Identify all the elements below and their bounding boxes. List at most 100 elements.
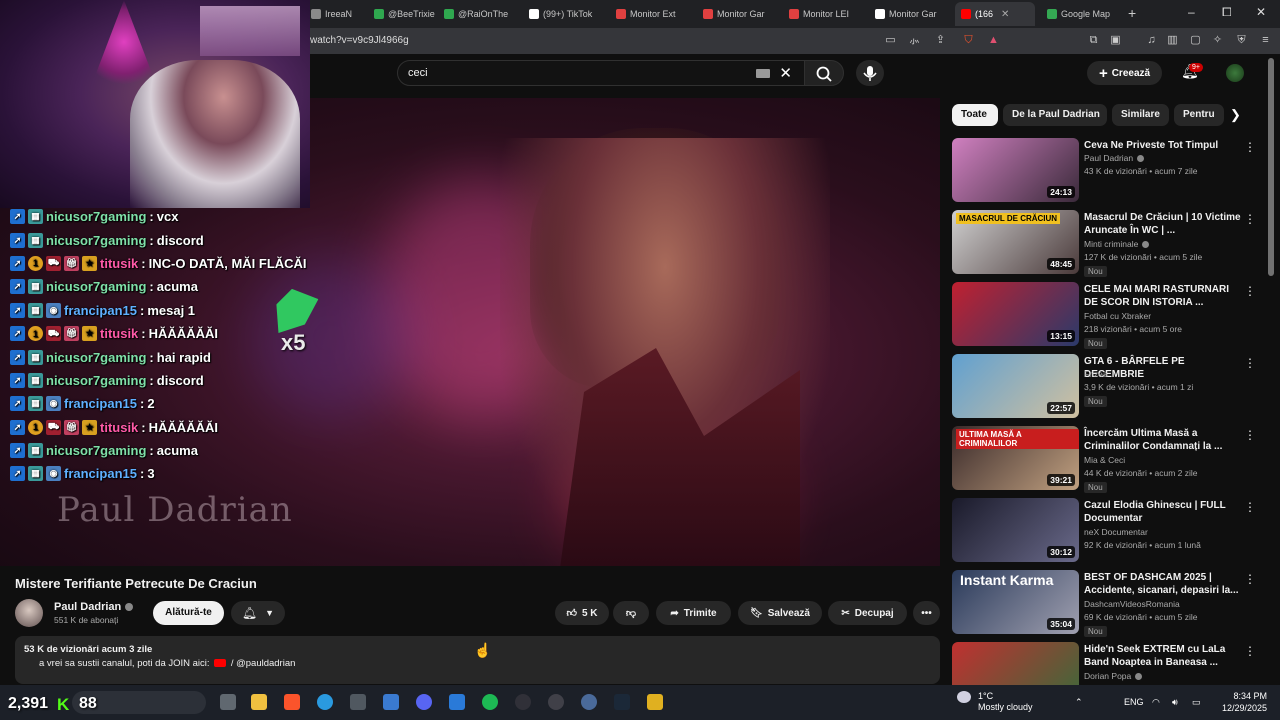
chat-username[interactable]: francipan15 bbox=[64, 303, 137, 318]
search-box[interactable]: ceci ✕ bbox=[397, 60, 805, 86]
browser-tab[interactable]: Monitor Gar bbox=[697, 2, 783, 26]
chat-username[interactable]: nicusor7gaming bbox=[46, 350, 146, 365]
more-actions-button[interactable]: ••• bbox=[913, 601, 940, 625]
chat-username[interactable]: francipan15 bbox=[64, 466, 137, 481]
task-view-icon[interactable] bbox=[220, 694, 236, 710]
video-thumbnail[interactable]: ULTIMA MASĂ A CRIMINALILOR 39:21 bbox=[952, 426, 1079, 490]
recommended-video[interactable]: Instant Karma 35:04 BEST OF DASHCAM 2025 |… bbox=[952, 570, 1257, 637]
url-field[interactable]: watch?v=v9c9Jl4966g bbox=[310, 35, 409, 46]
chat-username[interactable]: francipan15 bbox=[64, 396, 137, 411]
recommended-video[interactable]: 30:12 Cazul Elodia Ghinescu | FULL Docume… bbox=[952, 498, 1257, 562]
volume-icon[interactable]: 🔊︎ bbox=[1172, 697, 1178, 708]
menu-icon[interactable]: ≡ bbox=[1259, 34, 1272, 47]
chat-username[interactable]: nicusor7gaming bbox=[46, 373, 146, 388]
scrollbar[interactable] bbox=[1268, 58, 1274, 276]
share-icon[interactable]: ⇪ bbox=[934, 34, 947, 47]
brave-icon[interactable] bbox=[284, 694, 300, 710]
recommended-channel[interactable]: Paul Dadrian bbox=[1084, 153, 1145, 163]
recommended-video[interactable]: MASACRUL DE CRĂCIUN 48:45 Masacrul De Crăc… bbox=[952, 210, 1257, 277]
channel-handle-link[interactable]: / @pauldadrian bbox=[231, 658, 296, 669]
join-button[interactable]: Alătură-te bbox=[153, 601, 224, 625]
app3-icon[interactable] bbox=[647, 694, 663, 710]
discord-icon[interactable] bbox=[416, 694, 432, 710]
weather-icon[interactable] bbox=[957, 691, 971, 703]
music-icon[interactable]: ♫ bbox=[1145, 34, 1158, 47]
app-icon[interactable] bbox=[350, 694, 366, 710]
close-tab-icon[interactable]: ✕ bbox=[1001, 9, 1009, 20]
settings-icon[interactable] bbox=[581, 694, 597, 710]
vpn-icon[interactable]: ⛨ bbox=[1235, 34, 1248, 47]
recommended-channel[interactable]: Minti criminale bbox=[1084, 239, 1150, 249]
recommended-title[interactable]: Ceva Ne Priveste Tot Timpul bbox=[1084, 139, 1244, 152]
steam-icon[interactable] bbox=[614, 694, 630, 710]
chat-username[interactable]: titusik bbox=[100, 420, 138, 435]
video-thumbnail[interactable]: Instant Karma 35:04 bbox=[952, 570, 1079, 634]
recommended-channel[interactable]: Mia & Ceci bbox=[1084, 455, 1125, 465]
channel-name[interactable]: Paul Dadrian bbox=[54, 601, 134, 613]
recommended-title[interactable]: CELE MAI MARI RASTURNARI DE SCOR DIN IST… bbox=[1084, 283, 1244, 309]
keyboard-icon[interactable] bbox=[756, 69, 770, 78]
chat-username[interactable]: titusik bbox=[100, 256, 138, 271]
browser-tab[interactable]: Monitor LEI bbox=[783, 2, 869, 26]
rewards-icon[interactable]: ▲ bbox=[987, 34, 1000, 47]
wifi-icon[interactable]: ◠ bbox=[1152, 697, 1160, 708]
screenshot-icon[interactable]: ▣ bbox=[1109, 34, 1122, 47]
account-avatar[interactable] bbox=[1226, 64, 1244, 82]
browser-tab[interactable]: Google Map bbox=[1041, 2, 1121, 26]
close-window-button[interactable]: ✕ bbox=[1256, 5, 1266, 19]
minimize-button[interactable]: – bbox=[1188, 5, 1195, 19]
channel-avatar[interactable] bbox=[15, 599, 43, 627]
tray-chevron-icon[interactable]: ⌃ bbox=[1075, 697, 1083, 708]
more-vert-icon[interactable]: ⋮ bbox=[1244, 428, 1256, 442]
recommended-title[interactable]: Cazul Elodia Ghinescu | FULL Documentar bbox=[1084, 499, 1244, 525]
recommended-title[interactable]: Încercăm Ultima Masă a Criminalilor Cond… bbox=[1084, 427, 1244, 453]
search-input[interactable]: ceci bbox=[408, 67, 428, 79]
maximize-button[interactable]: ⧠ bbox=[1222, 5, 1232, 20]
cast-icon[interactable]: ▭ bbox=[884, 34, 897, 47]
recommended-title[interactable]: GTA 6 - BÂRFELE PE DECEMBRIE bbox=[1084, 355, 1244, 381]
recommended-title[interactable]: Hide'n Seek EXTREM cu LaLa Band Noaptea … bbox=[1084, 643, 1244, 669]
browser-tab[interactable]: Monitor Gar bbox=[869, 2, 955, 26]
video-thumbnail[interactable]: 13:15 bbox=[952, 282, 1079, 346]
browser-tab[interactable]: @RaiOnThe bbox=[438, 2, 522, 26]
subscription-bell-button[interactable]: 🔔︎ ▼ bbox=[231, 601, 285, 625]
browser-tab[interactable]: IreeaN bbox=[305, 2, 373, 26]
more-vert-icon[interactable]: ⋮ bbox=[1244, 356, 1256, 370]
leo-icon[interactable]: ✧ bbox=[1211, 34, 1224, 47]
chat-username[interactable]: nicusor7gaming bbox=[46, 209, 146, 224]
clip-button[interactable]: ✂ Decupaj bbox=[828, 601, 907, 625]
language-indicator[interactable]: ENG bbox=[1124, 697, 1144, 707]
create-button[interactable]: + Creează bbox=[1087, 61, 1162, 85]
chat-username[interactable]: nicusor7gaming bbox=[46, 443, 146, 458]
chat-username[interactable]: nicusor7gaming bbox=[46, 279, 146, 294]
browser-tab[interactable]: Monitor Ext bbox=[610, 2, 696, 26]
weather-temp[interactable]: 1°C bbox=[978, 691, 993, 701]
spotify-icon[interactable] bbox=[482, 694, 498, 710]
more-vert-icon[interactable]: ⋮ bbox=[1244, 284, 1256, 298]
filter-chip[interactable]: De la Paul Dadrian bbox=[1003, 104, 1107, 126]
recommended-channel[interactable]: Frizea bbox=[1084, 369, 1108, 379]
weather-desc[interactable]: Mostly cloudy bbox=[978, 702, 1033, 712]
extensions-icon[interactable]: ⧉ bbox=[1087, 34, 1100, 47]
chevron-right-icon[interactable]: ❯ bbox=[1230, 107, 1241, 123]
file-explorer-icon[interactable] bbox=[251, 694, 267, 710]
more-vert-icon[interactable]: ⋮ bbox=[1244, 212, 1256, 226]
like-button[interactable]: 👍︎ 5 K bbox=[555, 601, 609, 625]
browser-tab[interactable]: (166 ✕ bbox=[955, 2, 1035, 26]
save-button[interactable]: 🔖︎ Salvează bbox=[738, 601, 822, 625]
more-vert-icon[interactable]: ⋮ bbox=[1244, 140, 1256, 154]
recommended-title[interactable]: BEST OF DASHCAM 2025 | Accidente, sicana… bbox=[1084, 571, 1244, 597]
chat-username[interactable]: titusik bbox=[100, 326, 138, 341]
search-button[interactable] bbox=[804, 60, 844, 86]
filter-chip[interactable]: Similare bbox=[1112, 104, 1169, 126]
share-button[interactable]: ➦ Trimite bbox=[656, 601, 731, 625]
battery-icon[interactable]: ▭ bbox=[1192, 697, 1201, 708]
taskbar-clock[interactable]: 8:34 PM 12/29/2025 bbox=[1219, 690, 1267, 714]
recommended-video[interactable]: 22:57 GTA 6 - BÂRFELE PE DECEMBRIE Frizea 3… bbox=[952, 354, 1257, 418]
github-icon[interactable] bbox=[515, 694, 531, 710]
filter-chip[interactable]: Pentru bbox=[1174, 104, 1224, 126]
filter-chip[interactable]: Toate bbox=[952, 104, 998, 126]
recommended-channel[interactable]: DashcamVideosRomania bbox=[1084, 599, 1180, 609]
brave-shield-icon[interactable]: ⛉ bbox=[962, 34, 975, 47]
clear-search-icon[interactable]: ✕ bbox=[779, 64, 792, 82]
